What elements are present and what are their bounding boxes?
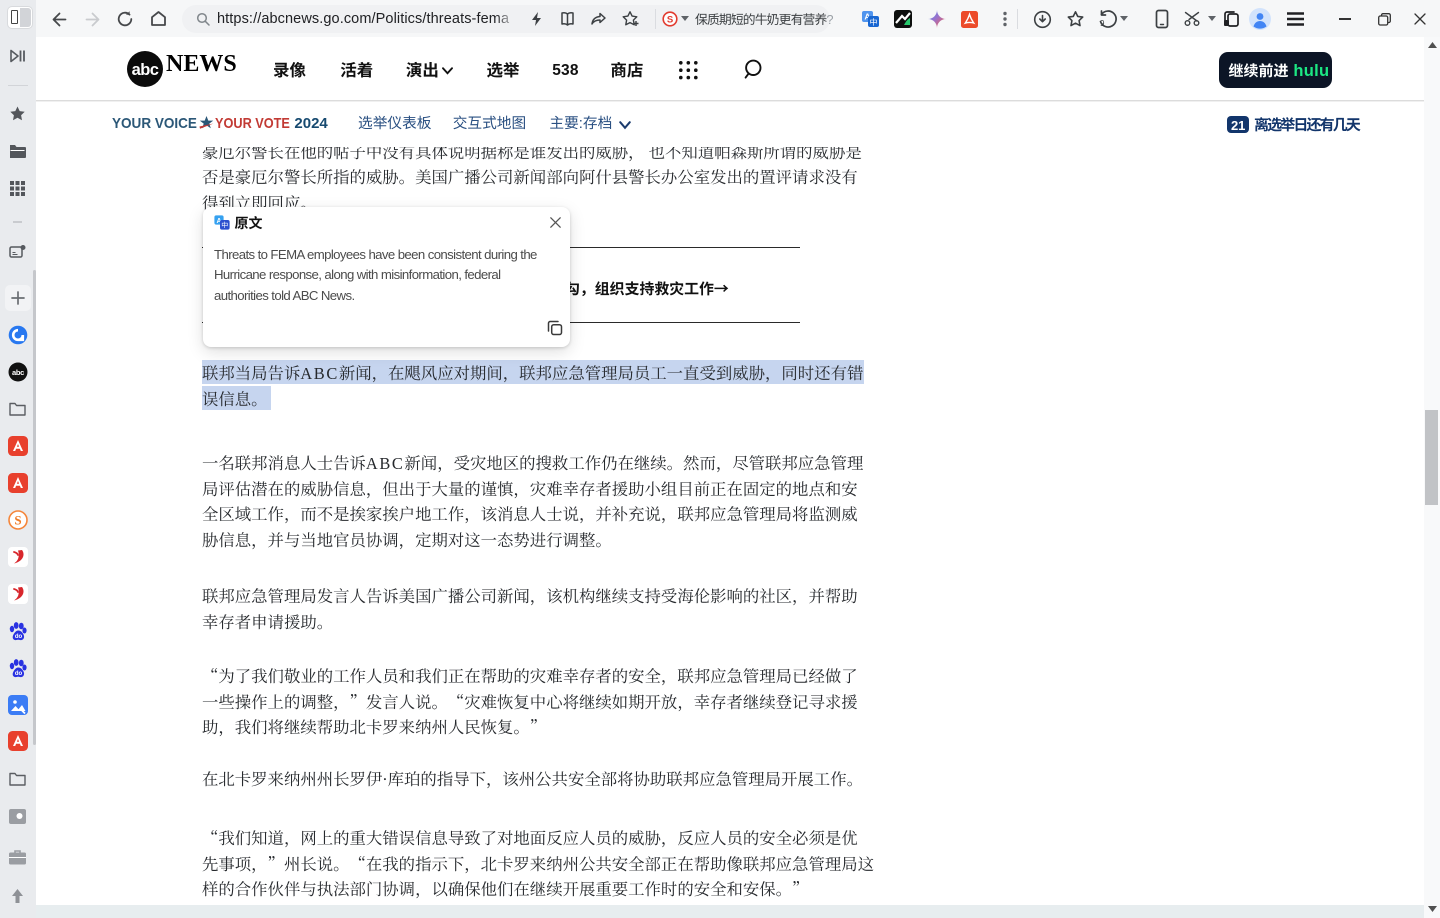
svg-text:abc: abc <box>131 61 158 79</box>
svg-text:abc: abc <box>12 368 24 377</box>
svg-text:do: do <box>15 634 23 640</box>
svg-text:9: 9 <box>1100 19 1105 28</box>
svg-text:S: S <box>667 15 673 26</box>
svg-text:do: do <box>15 671 23 677</box>
svg-text:中: 中 <box>870 17 878 28</box>
svg-text:S: S <box>14 513 21 528</box>
svg-text:中: 中 <box>221 221 228 230</box>
